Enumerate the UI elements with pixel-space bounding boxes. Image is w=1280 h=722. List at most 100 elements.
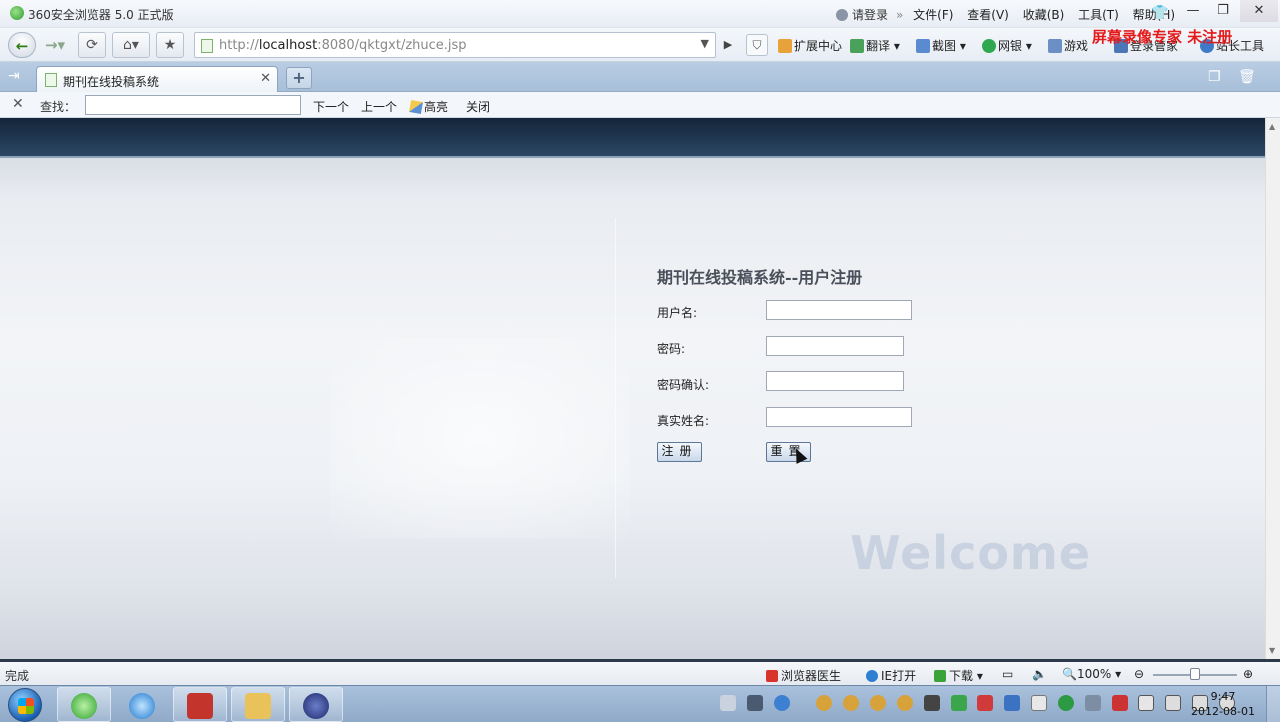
taskbar-explorer[interactable] <box>231 687 285 722</box>
translate-button[interactable]: 翻译 ▾ <box>850 37 900 54</box>
ie-icon <box>866 670 878 682</box>
system-clock[interactable]: 9:47 2012-08-01 <box>1190 689 1256 719</box>
username-input[interactable] <box>766 300 912 320</box>
zoom-control[interactable]: 🔍100% ▾ <box>1062 667 1121 681</box>
tray-tool2-icon[interactable] <box>1111 695 1128 711</box>
find-close-button[interactable]: 关闭 <box>466 98 490 115</box>
page-title: 期刊在线投稿系统--用户注册 <box>657 268 863 287</box>
zoom-in-icon[interactable]: ⊕ <box>1243 667 1253 681</box>
tab-active[interactable]: 期刊在线投稿系统 ✕ <box>36 66 278 92</box>
clock-time: 9:47 <box>1210 690 1236 703</box>
sound-icon[interactable]: 🔈 <box>1032 667 1047 681</box>
taskbar-eclipse[interactable] <box>289 687 343 722</box>
tray-red-icon[interactable] <box>977 695 994 711</box>
tray-network-icon[interactable] <box>1084 695 1101 711</box>
keyboard-icon[interactable] <box>720 695 736 711</box>
highlighter-icon <box>409 100 423 114</box>
recorder-watermark: 屏幕录像专家 未注册 <box>1092 28 1233 46</box>
show-desktop-button[interactable] <box>1266 686 1280 722</box>
trash-icon[interactable]: 🗑 <box>1238 69 1256 85</box>
download-arrow-icon <box>934 670 946 682</box>
chevron-right-icon[interactable]: » <box>896 8 903 22</box>
login-link[interactable]: 请登录 <box>836 6 888 23</box>
sidebar-toggle-icon[interactable]: ⇥ <box>8 68 20 84</box>
flag-icon[interactable] <box>1138 695 1155 711</box>
tab-close-icon[interactable]: ✕ <box>260 71 271 86</box>
tray-tool-icon[interactable] <box>923 695 940 711</box>
qq-icon[interactable] <box>816 695 833 711</box>
password-input[interactable] <box>766 336 904 356</box>
qq-icon[interactable] <box>843 695 860 711</box>
menu-view[interactable]: 查看(V) <box>967 8 1009 22</box>
security-shield-icon[interactable]: ⛉ <box>746 34 768 56</box>
user-icon <box>836 9 848 21</box>
screenshot-icon <box>916 39 930 53</box>
address-bar[interactable]: http://localhost:8080/qktgxt/zhuce.jsp ▼ <box>194 32 716 58</box>
start-button[interactable] <box>8 688 42 722</box>
netbank-button[interactable]: 网银 ▾ <box>982 37 1032 54</box>
qq-icon[interactable] <box>896 695 913 711</box>
zoom-slider-thumb[interactable] <box>1190 668 1200 680</box>
vertical-scrollbar[interactable]: ▲ ▼ <box>1265 118 1280 659</box>
tab-favicon-icon <box>45 73 57 87</box>
ie-open-button[interactable]: IE打开 <box>866 667 916 684</box>
confirm-password-label: 密码确认: <box>657 378 710 392</box>
find-next-button[interactable]: 下一个 <box>313 98 349 115</box>
toolbox-icon <box>187 693 213 719</box>
eclipse-icon <box>303 693 329 719</box>
download-button[interactable]: 下载 ▾ <box>934 667 983 684</box>
browser-doctor-button[interactable]: 浏览器医生 <box>766 667 841 684</box>
page-header-band <box>0 118 1265 158</box>
refresh-button[interactable]: ⟳ <box>78 32 106 58</box>
taskbar-360-browser[interactable] <box>57 687 111 722</box>
url-text[interactable]: http://localhost:8080/qktgxt/zhuce.jsp <box>219 38 467 53</box>
tray-green-icon[interactable] <box>950 695 967 711</box>
new-tab-button[interactable]: + <box>286 67 312 89</box>
refresh-tray-icon[interactable] <box>1057 695 1074 711</box>
tray-browser-icon[interactable] <box>773 695 790 711</box>
find-prev-button[interactable]: 上一个 <box>361 98 397 115</box>
scroll-down-icon[interactable]: ▼ <box>1269 646 1275 655</box>
shield-icon[interactable] <box>1004 695 1021 711</box>
device-icon[interactable] <box>1165 695 1182 711</box>
find-close-icon[interactable]: ✕ <box>12 96 24 112</box>
home-button[interactable]: ⌂▾ <box>112 32 150 58</box>
games-button[interactable]: 游戏 <box>1048 37 1088 54</box>
menu-favorites[interactable]: 收藏(B) <box>1023 8 1065 22</box>
back-button[interactable]: ← <box>8 32 36 58</box>
close-window-button[interactable]: ✕ <box>1240 0 1278 22</box>
window-title: 360安全浏览器 5.0 正式版 <box>28 8 174 22</box>
restore-button[interactable]: ❐ <box>1208 0 1238 22</box>
restore-tabs-icon[interactable]: ❐ <box>1208 69 1221 85</box>
forward-button[interactable]: →▾ <box>40 32 70 58</box>
find-highlight-button[interactable]: 高亮 <box>409 98 448 115</box>
taskbar-toolbox[interactable] <box>173 687 227 722</box>
confirm-password-input[interactable] <box>766 371 904 391</box>
tray-app-icon[interactable] <box>746 695 763 711</box>
window-mode-icon[interactable]: ▭ <box>1002 667 1013 681</box>
password-label: 密码: <box>657 342 686 356</box>
go-button[interactable]: ▶ <box>718 32 738 58</box>
scroll-up-icon[interactable]: ▲ <box>1269 122 1275 131</box>
find-input[interactable] <box>85 95 301 115</box>
windows-logo-icon <box>18 698 34 714</box>
menu-tools[interactable]: 工具(T) <box>1078 8 1119 22</box>
find-bar: ✕ 查找： 下一个 上一个 高亮 关闭 <box>0 92 1280 118</box>
screenshot-button[interactable]: 截图 ▾ <box>916 37 966 54</box>
tab-bar: ⇥ 期刊在线投稿系统 ✕ + ❐ 🗑 <box>0 62 1280 92</box>
chevron-down-icon[interactable]: ▼ <box>701 37 709 50</box>
zoom-out-icon[interactable]: ⊖ <box>1134 667 1144 681</box>
browser-title-bar: 360安全浏览器 5.0 正式版 请登录 » 文件(F) 查看(V) 收藏(B)… <box>0 0 1280 28</box>
minimize-button[interactable]: — <box>1178 0 1208 22</box>
real-name-input[interactable] <box>766 407 912 427</box>
register-button[interactable]: 注册 <box>657 442 702 462</box>
menu-file[interactable]: 文件(F) <box>913 8 953 22</box>
menu-bar: » 文件(F) 查看(V) 收藏(B) 工具(T) 帮助(H) <box>896 6 1185 23</box>
extensions-button[interactable]: 扩展中心 <box>778 37 842 54</box>
notepad-icon[interactable] <box>1031 695 1048 711</box>
tab-label: 期刊在线投稿系统 <box>63 75 160 89</box>
skin-shirt-icon[interactable]: 👕 <box>1151 5 1168 21</box>
taskbar-ie[interactable] <box>115 687 169 722</box>
favorite-star-button[interactable]: ★ <box>156 32 184 58</box>
qq-icon[interactable] <box>870 695 887 711</box>
